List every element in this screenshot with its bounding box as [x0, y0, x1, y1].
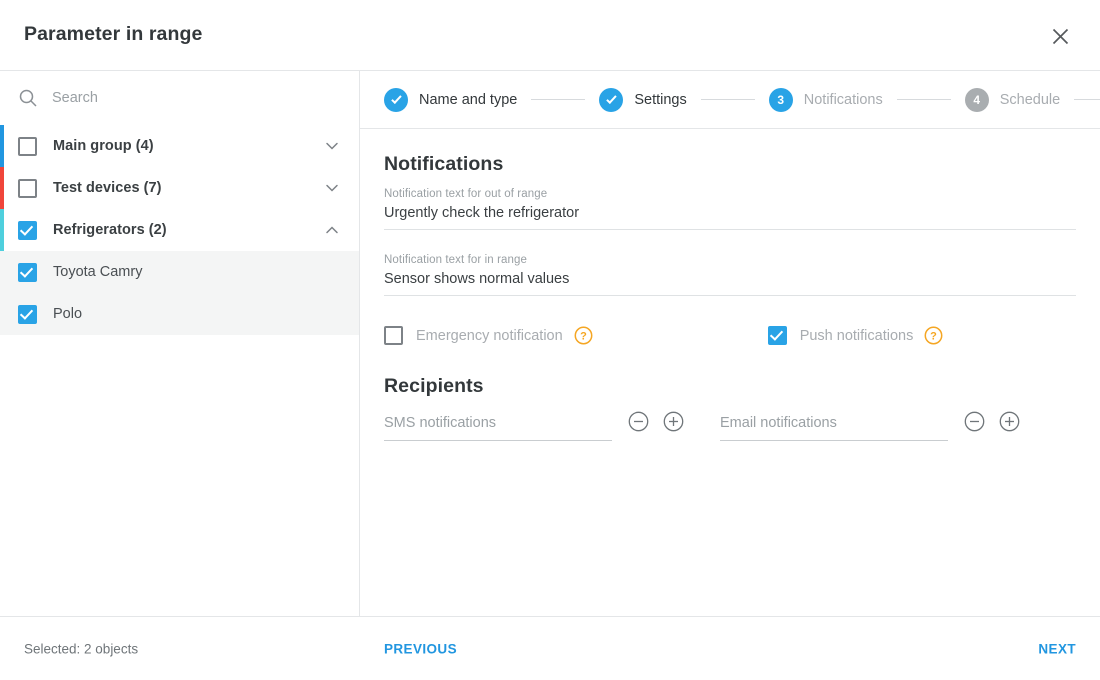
sidebar-group-label: Main group (4) [53, 138, 154, 154]
chevron-up-icon[interactable] [323, 221, 341, 239]
field-underline [384, 440, 612, 441]
device-tree-sidebar: Main group (4) Test devices (7) [0, 71, 360, 616]
step-check-icon [599, 87, 624, 112]
in-range-field: Notification text for in range [384, 254, 1076, 296]
sidebar-group-refrigerators[interactable]: Refrigerators (2) [0, 209, 359, 251]
sms-recipient-controls [628, 411, 684, 432]
group-tree: Main group (4) Test devices (7) Refriger… [0, 125, 359, 335]
device-label: Polo [53, 306, 83, 322]
field-underline [720, 440, 948, 441]
in-range-label: Notification text for in range [384, 254, 527, 266]
out-of-range-label: Notification text for out of range [384, 188, 548, 200]
close-icon [1052, 28, 1069, 45]
step-connector [531, 99, 586, 100]
sidebar-group-label: Test devices (7) [53, 180, 162, 196]
step-number-badge: 3 [768, 87, 793, 112]
help-circle-icon[interactable]: ? [924, 326, 943, 345]
step-connector [700, 99, 755, 100]
svg-text:?: ? [580, 331, 587, 343]
group-color-bar [0, 125, 4, 167]
step-label: Schedule [999, 91, 1061, 108]
out-of-range-input[interactable] [384, 200, 1076, 229]
device-label: Toyota Camry [53, 264, 143, 280]
group-color-bar [0, 209, 4, 251]
device-checkbox[interactable] [18, 262, 37, 282]
sms-notifications-input[interactable] [384, 415, 612, 440]
search-input[interactable] [52, 90, 302, 106]
selected-count-label: Selected: 2 objects [24, 641, 139, 656]
email-recipient-controls [964, 411, 1020, 432]
help-circle-icon[interactable]: ? [574, 326, 593, 345]
step-check-icon [384, 87, 408, 112]
close-button[interactable] [1046, 22, 1074, 50]
list-item[interactable]: Polo [0, 293, 359, 335]
sidebar-group-main-group[interactable]: Main group (4) [0, 125, 359, 167]
next-button[interactable]: NEXT [1038, 641, 1076, 656]
push-notification-checkbox[interactable] [767, 326, 787, 345]
plus-circle-icon[interactable] [999, 411, 1020, 432]
emergency-notification-checkbox[interactable] [384, 326, 403, 345]
field-underline [384, 295, 1076, 296]
emergency-notification-label: Emergency notification [416, 327, 563, 344]
list-item[interactable]: Toyota Camry [0, 251, 359, 293]
plus-circle-icon[interactable] [663, 411, 684, 432]
notifications-heading: Notifications [384, 153, 504, 175]
step-name-and-type[interactable]: Name and type [384, 87, 518, 112]
minus-circle-icon[interactable] [628, 411, 649, 432]
group-children: Toyota Camry Polo [0, 251, 359, 335]
dialog-titlebar: Parameter in range [0, 0, 1100, 71]
email-recipients-group [720, 415, 948, 441]
wizard-main-panel: Name and type Settings 3 Notifications 4… [360, 71, 1100, 616]
notification-options-row: Emergency notification ? Push notificati… [384, 326, 1076, 345]
sidebar-group-label: Refrigerators (2) [53, 222, 167, 238]
push-notification-option[interactable]: Push notifications ? [767, 326, 944, 345]
device-checkbox[interactable] [18, 304, 37, 324]
step-label: Name and type [419, 91, 518, 108]
step-label: Settings [634, 91, 687, 108]
email-notifications-input[interactable] [720, 415, 948, 440]
emergency-notification-option[interactable]: Emergency notification ? [384, 326, 593, 345]
sms-recipients-group [384, 415, 612, 441]
wizard-stepper: Name and type Settings 3 Notifications 4… [360, 71, 1100, 129]
svg-text:?: ? [930, 331, 937, 343]
group-color-bar [0, 167, 4, 209]
step-label: Notifications [803, 91, 883, 108]
previous-button[interactable]: PREVIOUS [384, 641, 457, 656]
recipients-row [384, 411, 1076, 441]
group-checkbox[interactable] [18, 136, 37, 156]
sidebar-group-test-devices[interactable]: Test devices (7) [0, 167, 359, 209]
chevron-down-icon[interactable] [323, 179, 341, 197]
step-connector [896, 99, 951, 100]
search-row [0, 71, 359, 125]
field-underline [384, 229, 1076, 230]
page-title: Parameter in range [24, 23, 203, 45]
minus-circle-icon[interactable] [964, 411, 985, 432]
search-icon [18, 88, 38, 108]
out-of-range-field: Notification text for out of range [384, 188, 1076, 230]
step-connector-tail [1074, 99, 1100, 100]
group-checkbox[interactable] [18, 178, 37, 198]
step-number-badge: 4 [964, 87, 989, 112]
push-notification-label: Push notifications [799, 327, 914, 344]
notifications-form: Notifications Notification text for out … [360, 129, 1100, 441]
chevron-down-icon[interactable] [323, 137, 341, 155]
step-schedule[interactable]: 4 Schedule [964, 87, 1061, 112]
step-settings[interactable]: Settings [599, 87, 687, 112]
parameter-in-range-dialog: Parameter in range Search Main group (4)… [0, 0, 1100, 680]
step-notifications[interactable]: 3 Notifications [768, 87, 883, 112]
group-checkbox[interactable] [18, 220, 37, 240]
dialog-footer: Selected: 2 objects PREVIOUS NEXT [0, 616, 1100, 680]
in-range-input[interactable] [384, 266, 1076, 295]
recipients-heading: Recipients [384, 375, 484, 397]
